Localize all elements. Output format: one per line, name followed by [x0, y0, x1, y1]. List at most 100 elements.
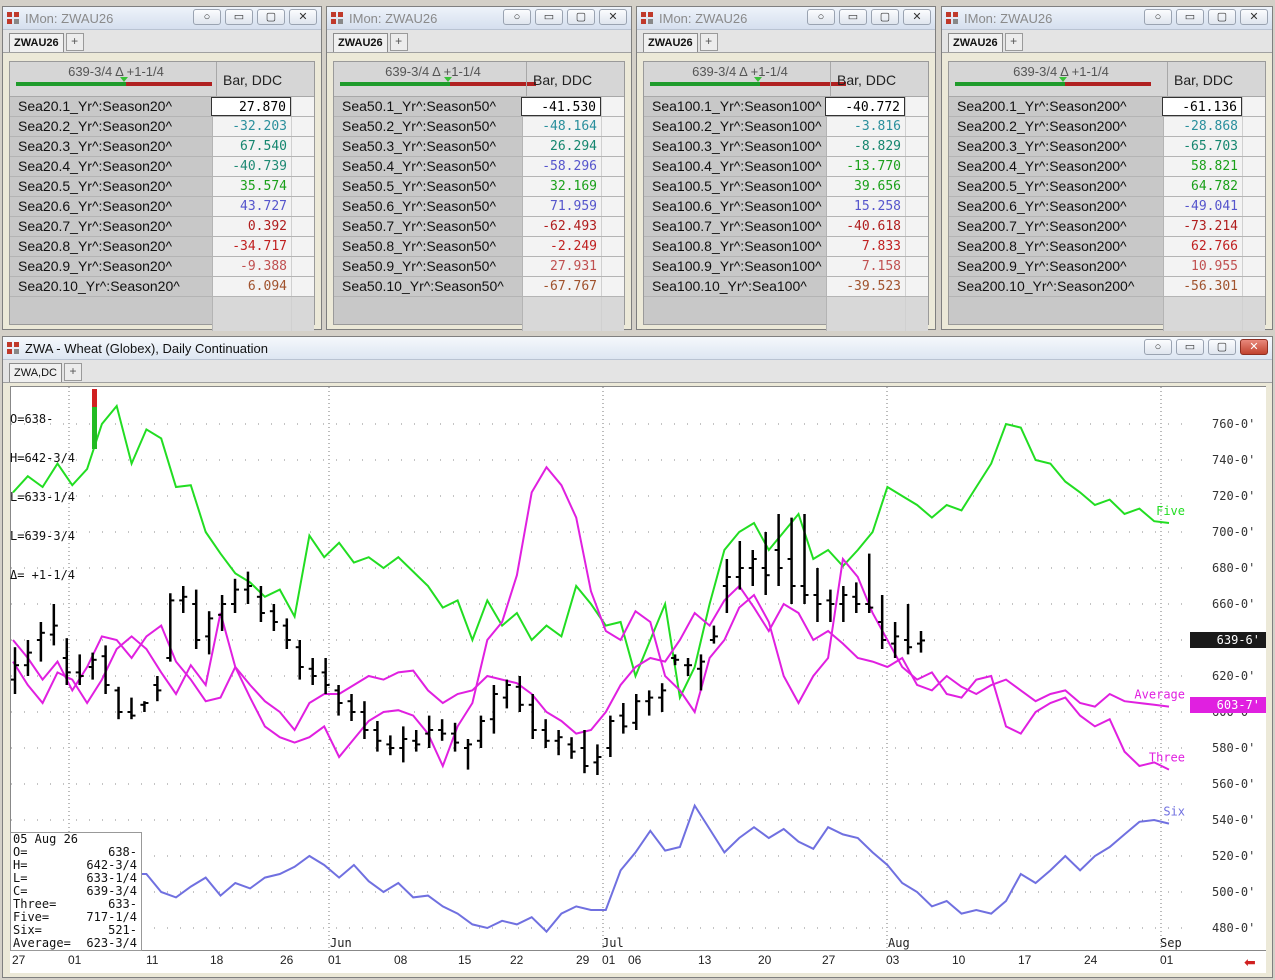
ohlc-bar[interactable]: [373, 721, 382, 752]
ohlc-bar[interactable]: [761, 532, 770, 595]
table-row[interactable]: Sea20.8_Yr^:Season20^ -34.717: [10, 237, 314, 257]
tab-zwa-dc[interactable]: ZWA,DC: [9, 363, 62, 382]
ohlc-bar[interactable]: [528, 694, 537, 739]
ohlc-bar[interactable]: [49, 604, 58, 646]
ohlc-bar[interactable]: [852, 582, 861, 613]
ohlc-bar[interactable]: [360, 701, 369, 739]
y-axis[interactable]: 760-0'740-0'720-0'700-0'680-0'660-0'640-…: [1190, 386, 1266, 952]
ohlc-bar[interactable]: [774, 514, 783, 586]
ohlc-bar[interactable]: [748, 550, 757, 586]
table-row[interactable]: Sea50.2_Yr^:Season50^ -48.164: [334, 117, 624, 137]
series-line-five[interactable]: [12, 403, 1170, 701]
scroll-arrow-icon[interactable]: ⬅: [1244, 954, 1256, 971]
table-row[interactable]: Sea50.6_Yr^:Season50^ 71.959: [334, 197, 624, 217]
close-icon[interactable]: ✕: [599, 9, 627, 25]
ohlc-bar[interactable]: [412, 730, 421, 752]
close-icon[interactable]: ✕: [289, 9, 317, 25]
table-row[interactable]: Sea100.7_Yr^:Season100^ -40.618: [644, 217, 928, 237]
maximize-icon[interactable]: ▢: [257, 9, 285, 25]
table-row[interactable]: Sea100.5_Yr^:Season100^ 39.656: [644, 177, 928, 197]
series-line-six[interactable]: [12, 803, 1170, 934]
maximize-icon[interactable]: ▢: [1208, 9, 1236, 25]
quote-titlebar[interactable]: IMon: ZWAU26 ○ ▭ ▢ ✕: [327, 7, 631, 30]
tab-symbol[interactable]: ZWAU26: [333, 33, 388, 52]
close-icon[interactable]: ✕: [1240, 9, 1268, 25]
ohlc-bar[interactable]: [23, 640, 32, 676]
ohlc-bar[interactable]: [295, 640, 304, 680]
table-row[interactable]: Sea200.10_Yr^:Season200^ -56.301: [949, 277, 1265, 297]
link-icon[interactable]: ○: [193, 9, 221, 25]
table-row[interactable]: Sea100.3_Yr^:Season100^ -8.829: [644, 137, 928, 157]
table-row[interactable]: Sea200.4_Yr^:Season200^ 58.821: [949, 157, 1265, 177]
ohlc-bar[interactable]: [787, 517, 796, 604]
table-row[interactable]: Sea50.7_Yr^:Season50^ -62.493: [334, 217, 624, 237]
table-row[interactable]: Sea100.1_Yr^:Season100^ -40.772: [644, 97, 928, 117]
table-row[interactable]: Sea50.10_Yr^:Season50^ -67.767: [334, 277, 624, 297]
ohlc-bar[interactable]: [347, 694, 356, 721]
tab-symbol[interactable]: ZWAU26: [9, 33, 64, 52]
quote-window[interactable]: IMon: ZWAU26 ○ ▭ ▢ ✕ ZWAU26 +639-3/4 Δ +1-1/4 B…: [326, 6, 632, 331]
chart-titlebar[interactable]: ZWA - Wheat (Globex), Daily Continuation…: [3, 337, 1272, 360]
table-row[interactable]: Sea20.5_Yr^:Season20^ 35.574: [10, 177, 314, 197]
series-line-average[interactable]: [12, 584, 1170, 735]
ohlc-bar[interactable]: [140, 701, 149, 712]
ohlc-bar[interactable]: [308, 658, 317, 685]
table-row[interactable]: Sea20.10_Yr^:Season20^ 6.094: [10, 277, 314, 297]
tab-symbol[interactable]: ZWAU26: [643, 33, 698, 52]
table-row[interactable]: Sea20.6_Yr^:Season20^ 43.727: [10, 197, 314, 217]
close-icon[interactable]: ✕: [1240, 339, 1268, 355]
table-row[interactable]: Sea50.9_Yr^:Season50^ 27.931: [334, 257, 624, 277]
add-tab-icon[interactable]: +: [1004, 33, 1023, 51]
table-row[interactable]: Sea100.2_Yr^:Season100^ -3.816: [644, 117, 928, 137]
table-row[interactable]: Sea100.10_Yr^:Sea100^ -39.523: [644, 277, 928, 297]
add-tab-icon[interactable]: +: [389, 33, 408, 51]
x-axis[interactable]: 27 01 11 18 26 01 08 15 22 29 01 06 13 20 27 03 10 17 24 01: [10, 950, 1266, 973]
ohlc-bar[interactable]: [541, 719, 550, 748]
link-icon[interactable]: ○: [1144, 339, 1172, 355]
ohlc-bar[interactable]: [464, 739, 472, 770]
quote-titlebar[interactable]: IMon: ZWAU26 ○ ▭ ▢ ✕: [942, 7, 1272, 30]
ohlc-bar[interactable]: [166, 593, 175, 662]
add-tab-icon[interactable]: +: [699, 33, 718, 51]
table-row[interactable]: Sea200.5_Yr^:Season200^ 64.782: [949, 177, 1265, 197]
ohlc-bar[interactable]: [696, 654, 705, 691]
ohlc-bar[interactable]: [515, 676, 524, 712]
ohlc-bar[interactable]: [865, 553, 874, 613]
table-row[interactable]: Sea20.9_Yr^:Season20^ -9.388: [10, 257, 314, 277]
table-row[interactable]: Sea200.1_Yr^:Season200^ -61.136: [949, 97, 1265, 117]
link-icon[interactable]: ○: [807, 9, 835, 25]
ohlc-bar[interactable]: [438, 719, 447, 741]
ohlc-bar[interactable]: [75, 654, 84, 685]
ohlc-bar[interactable]: [36, 622, 45, 662]
ohlc-bar[interactable]: [580, 730, 589, 774]
ohlc-bar[interactable]: [243, 571, 252, 604]
minimize-icon[interactable]: ▭: [1176, 339, 1204, 355]
tab-symbol[interactable]: ZWAU26: [948, 33, 1003, 52]
close-icon[interactable]: ✕: [903, 9, 931, 25]
ohlc-bar[interactable]: [917, 631, 925, 653]
ohlc-bar[interactable]: [153, 676, 162, 702]
quote-window[interactable]: IMon: ZWAU26 ○ ▭ ▢ ✕ ZWAU26 +639-3/4 Δ +1-1/4 B…: [636, 6, 936, 331]
minimize-icon[interactable]: ▭: [225, 9, 253, 25]
ohlc-bar[interactable]: [658, 683, 667, 712]
ohlc-bar[interactable]: [709, 625, 718, 644]
table-row[interactable]: Sea200.2_Yr^:Season200^ -28.868: [949, 117, 1265, 137]
ohlc-bar[interactable]: [567, 737, 576, 759]
ohlc-bar[interactable]: [179, 586, 188, 613]
maximize-icon[interactable]: ▢: [1208, 339, 1236, 355]
table-row[interactable]: Sea100.6_Yr^:Season100^ 15.258: [644, 197, 928, 217]
table-row[interactable]: Sea100.9_Yr^:Season100^ 7.158: [644, 257, 928, 277]
ohlc-bar[interactable]: [554, 730, 563, 756]
ohlc-bar[interactable]: [282, 618, 291, 649]
minimize-icon[interactable]: ▭: [535, 9, 563, 25]
ohlc-bar[interactable]: [399, 726, 408, 763]
chart-canvas[interactable]: Five Three Average Six: [11, 387, 1191, 951]
ohlc-bar[interactable]: [269, 604, 278, 631]
quote-window[interactable]: IMon: ZWAU26 ○ ▭ ▢ ✕ ZWAU26 +639-3/4 Δ +1-1/4 B…: [941, 6, 1273, 331]
ohlc-bar[interactable]: [632, 694, 641, 730]
maximize-icon[interactable]: ▢: [871, 9, 899, 25]
maximize-icon[interactable]: ▢: [567, 9, 595, 25]
ohlc-bar[interactable]: [321, 658, 330, 694]
table-row[interactable]: Sea50.1_Yr^:Season50^ -41.530: [334, 97, 624, 117]
table-row[interactable]: Sea20.7_Yr^:Season20^ 0.392: [10, 217, 314, 237]
